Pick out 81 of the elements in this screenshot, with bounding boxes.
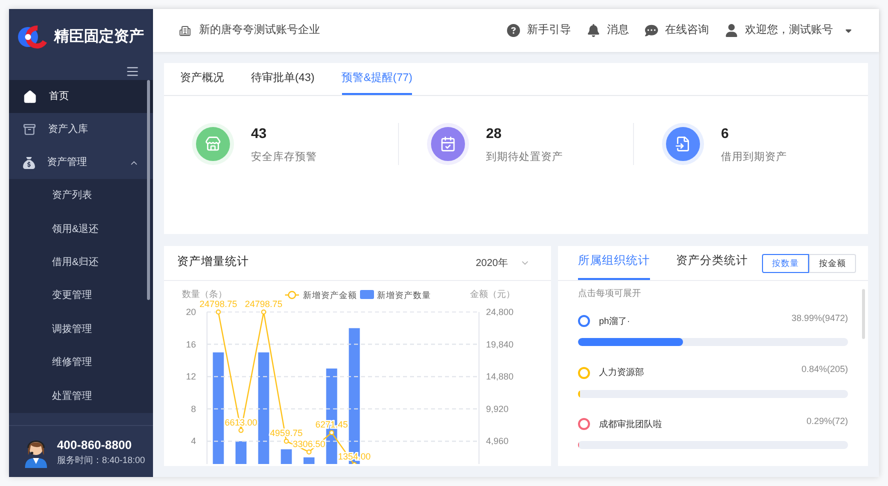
home-icon (23, 90, 37, 104)
axis-tick-label: 14,880 (486, 372, 514, 382)
axis-tick-label: 9,920 (486, 404, 509, 414)
legend-label: 新增资产数量 (377, 290, 431, 300)
panel-title: 资产增量统计 (177, 254, 250, 270)
service-hours: 服务时间：8:40-18:00 (57, 454, 146, 467)
header-action[interactable]: 消息 (587, 22, 629, 39)
axis-tick-label: 4,960 (486, 436, 509, 446)
help-icon (507, 24, 520, 37)
hint-text: 点击每项可展开 (578, 287, 642, 300)
header-action[interactable]: 新手引导 (507, 22, 571, 39)
stat-label: 安全库存预警 (251, 150, 317, 165)
chart-point (238, 428, 244, 433)
stat-value: 43 (251, 124, 268, 143)
tab[interactable]: 资产分类统计 (676, 246, 748, 280)
chart-bar (304, 457, 314, 464)
org-name[interactable]: 人力资源部 (599, 366, 792, 380)
axis-title: 金额（元） (470, 289, 515, 299)
calendar-check-icon (440, 136, 456, 152)
legend-bar-icon (360, 290, 374, 299)
tab[interactable]: 资产概况 (180, 63, 224, 95)
chart-point (261, 310, 266, 314)
sidebar-subitem[interactable]: 维修管理 (9, 346, 153, 380)
company-name: 新的唐夸夸测试账号企业 (199, 22, 321, 38)
axis-title: 数量（条） (182, 289, 227, 299)
header-action[interactable]: 欢迎您，测试账号 (725, 22, 853, 39)
sidebar-subitem[interactable]: 处置管理 (9, 379, 153, 413)
sidebar-item[interactable]: 资产管理 (9, 146, 153, 179)
org-name[interactable]: ph溜了· (599, 314, 782, 328)
toggle-button[interactable]: 按数量 (762, 254, 809, 272)
chart-point (284, 438, 289, 444)
sidebar-item[interactable]: 资产入库 (9, 113, 153, 146)
building-icon (179, 24, 191, 36)
document-arrow-icon (675, 136, 691, 152)
user-icon (725, 24, 738, 37)
sidebar-subitem[interactable]: 调拨管理 (9, 312, 153, 346)
stat-label: 到期待处置资产 (486, 150, 563, 165)
logo-icon (17, 25, 47, 49)
sidebar-subitem[interactable]: 变更管理 (9, 279, 153, 313)
sidebar-item[interactable]: 首页 (9, 80, 153, 113)
chat-icon (645, 24, 658, 37)
bell-icon (587, 24, 600, 37)
axis-tick-label: 16 (186, 339, 196, 350)
chart-point (306, 449, 312, 454)
org-name[interactable]: 成都审批团队啦 (599, 418, 798, 431)
stat-label: 借用到期资产 (721, 150, 787, 165)
menu-icon[interactable] (126, 65, 139, 78)
org-reading: 0.29%(72) (806, 414, 848, 428)
store-icon (205, 136, 221, 152)
archive-icon (23, 123, 36, 136)
year-select[interactable]: 2020年 (476, 256, 538, 270)
tab[interactable]: 预警&提醒(77) (342, 63, 412, 95)
chart-bar (280, 449, 292, 464)
axis-tick-label: 20 (186, 307, 196, 317)
axis-tick-label: 4 (190, 436, 196, 446)
sidebar-subitem[interactable]: 借用&归还 (9, 246, 153, 280)
chart-point (216, 310, 221, 314)
legend-label: 新增资产金额 (303, 290, 357, 300)
axis-tick-label: 12 (186, 372, 196, 382)
scrollbar[interactable] (862, 289, 865, 339)
header-action[interactable]: 在线咨询 (645, 22, 709, 39)
data-label: 24798.75 (200, 299, 238, 309)
axis-tick-label: 24,800 (486, 307, 514, 317)
sidebar-subitem[interactable]: 资产列表 (9, 179, 153, 212)
support-phone: 400-860-8800 (57, 436, 133, 454)
money-bag-icon (23, 156, 35, 168)
data-label: 24798.75 (244, 299, 282, 309)
brand-name: 精臣固定资产 (54, 26, 144, 47)
stat-value: 6 (721, 124, 730, 143)
chart-point (329, 430, 334, 436)
scrollbar[interactable] (147, 80, 150, 300)
axis-tick-label: 19,840 (486, 339, 514, 350)
axis-tick-label: 8 (190, 404, 196, 414)
tab[interactable]: 待审批单(43) (251, 63, 315, 95)
sidebar-subitem[interactable]: 领用&退还 (9, 212, 153, 246)
chart-bar (236, 441, 246, 464)
tab[interactable]: 所属组织统计 (578, 246, 650, 280)
toggle-button[interactable]: 按金额 (809, 254, 856, 272)
org-reading: 0.84%(205) (801, 363, 848, 376)
org-reading: 38.99%(9472) (791, 312, 848, 325)
stat-value: 28 (486, 124, 503, 143)
